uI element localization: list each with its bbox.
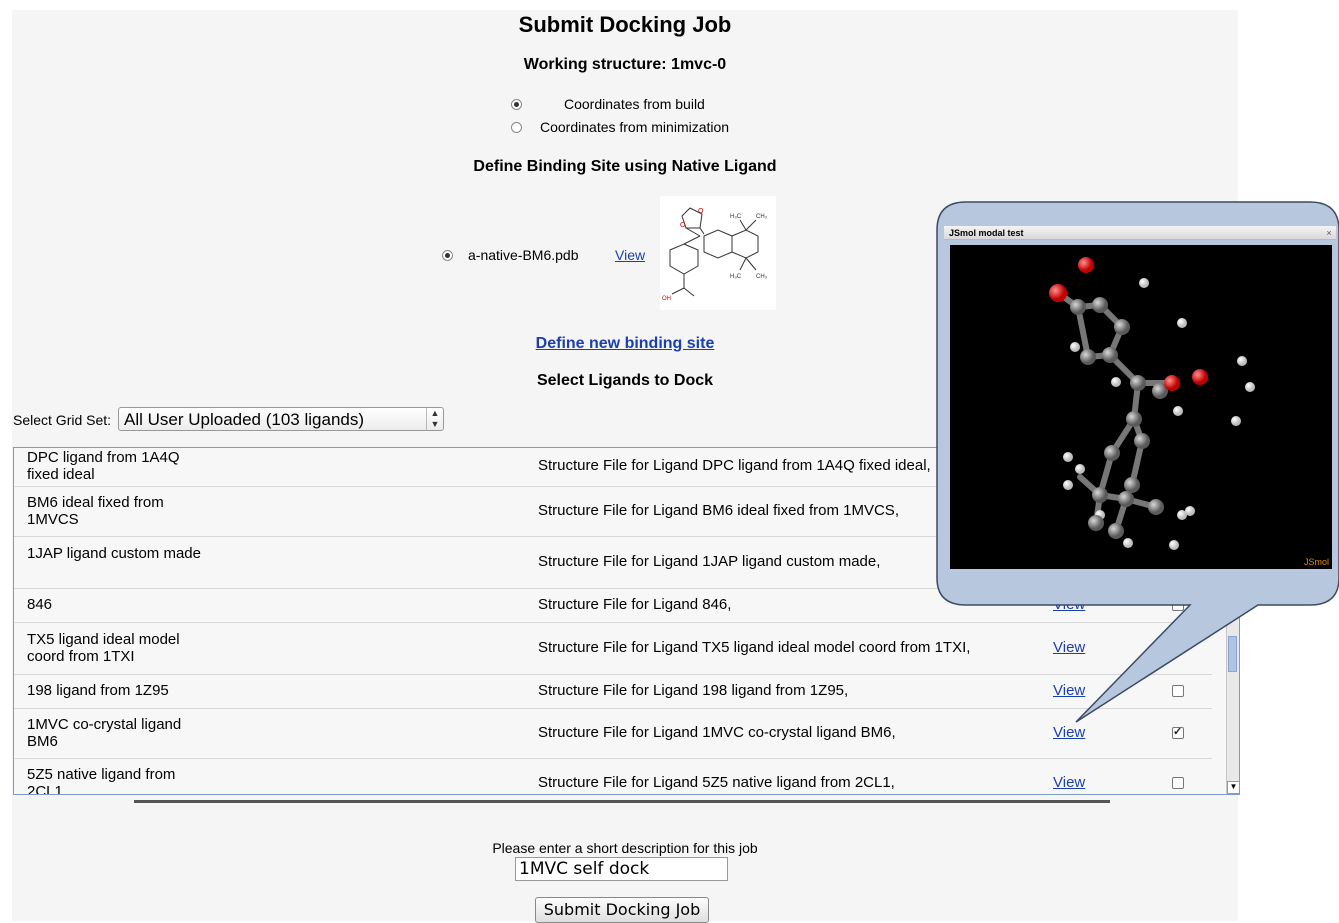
close-icon[interactable]: × [1324,228,1334,238]
view-ligand-link[interactable]: View [1053,639,1085,656]
ligand-row: 198 ligand from 1Z95 Structure File for L… [14,674,1212,709]
scrollbar-thumb[interactable] [1228,636,1237,672]
ligand-select-checkbox[interactable] [1172,685,1184,697]
ligand-description: Structure File for Ligand 1MVC co-crysta… [538,724,896,741]
methyl-label: H₃C [730,274,742,280]
radio-coordinates-build[interactable] [511,99,522,110]
ligand-select-checkbox[interactable] [1172,725,1184,739]
jsmol-watermark: JSmol [1303,557,1329,567]
ligand-description: Structure File for Ligand 1JAP ligand cu… [538,553,881,570]
methyl-label: H₃C [730,214,742,220]
description-prompt: Please enter a short description for thi… [492,840,758,856]
methyl-label: CH₃ [756,274,768,280]
radio-native-ligand[interactable] [442,250,453,261]
jsmol-viewer[interactable]: JSmol [950,245,1332,569]
ligand-row: 5Z5 native ligand from 2CL1 Structure Fil… [14,758,1212,795]
ligand-name: 198 ligand from 1Z95 [27,682,169,699]
ligand-select-checkbox[interactable] [1172,599,1184,611]
grid-set-value: All User Uploaded (103 ligands) [124,410,365,429]
ligand-structure-diagram: O O H₃C CH₃ H₃C CH₃ OH [660,196,776,310]
ligand-name: DPC ligand from 1A4Q fixed ideal [27,449,180,483]
view-ligand-link[interactable]: View [1053,774,1085,791]
view-native-ligand-link[interactable]: View [615,247,645,263]
ligand-description: Structure File for Ligand 846, [538,596,732,613]
ligand-row: 1MVC co-crystal ligand BM6 Structure File… [14,708,1212,759]
view-ligand-link[interactable]: View [1053,682,1085,699]
scroll-down-icon[interactable]: ▼ [1227,781,1239,794]
select-arrows-icon: ▲ ▼ [426,408,443,430]
native-ligand-file: a-native-BM6.pdb [468,247,579,263]
ligand-name: 5Z5 native ligand from 2CL1 [27,766,176,795]
ligand-description: Structure File for Ligand TX5 ligand ide… [538,639,971,656]
view-ligand-link[interactable]: View [1053,724,1085,741]
ligand-name: 846 [27,596,53,613]
ligand-row: TX5 ligand ideal model coord from 1TXI St… [14,622,1212,675]
ligand-row: 846 Structure File for Ligand 846, View [14,588,1212,623]
ligand-select-checkbox[interactable] [1172,777,1184,789]
submit-docking-job-button[interactable]: Submit Docking Job [535,897,709,923]
ligand-name: TX5 ligand ideal model coord from 1TXI [27,631,180,665]
job-description-input[interactable]: 1MVC self dock [515,857,728,881]
modal-title: JSmol modal test [944,226,1336,240]
hydroxyl-label: OH [662,296,671,302]
molecule-3d-render [1049,257,1255,550]
page-title: Submit Docking Job [518,12,732,37]
ligand-name: 1JAP ligand custom made [27,545,201,562]
working-structure-label: Working structure: 1mvc-0 [523,56,727,73]
ligand-description: Structure File for Ligand 198 ligand fro… [538,682,849,699]
radio-label-build: Coordinates from build [564,96,705,112]
ligand-description: Structure File for Ligand 5Z5 native lig… [538,774,895,791]
oxygen-label: O [680,222,686,229]
methyl-label: CH₃ [756,214,768,220]
ligand-select-checkbox[interactable] [1172,642,1184,654]
grid-set-label: Select Grid Set: [13,412,112,428]
radio-label-minimization: Coordinates from minimization [540,119,730,135]
ligand-name: 1MVC co-crystal ligand BM6 [27,716,182,750]
grid-set-select[interactable]: All User Uploaded (103 ligands) ▲ ▼ [118,407,444,431]
radio-coordinates-minimization[interactable] [511,122,522,133]
ligand-description: Structure File for Ligand DPC ligand fro… [538,457,931,474]
view-ligand-link[interactable]: View [1053,596,1085,613]
divider [134,800,1110,803]
ligand-name: BM6 ideal fixed from 1MVCS [27,494,164,528]
binding-site-heading: Define Binding Site using Native Ligand [473,158,777,175]
ligand-description: Structure File for Ligand BM6 ideal fixe… [538,502,899,519]
oxygen-label: O [698,208,704,215]
